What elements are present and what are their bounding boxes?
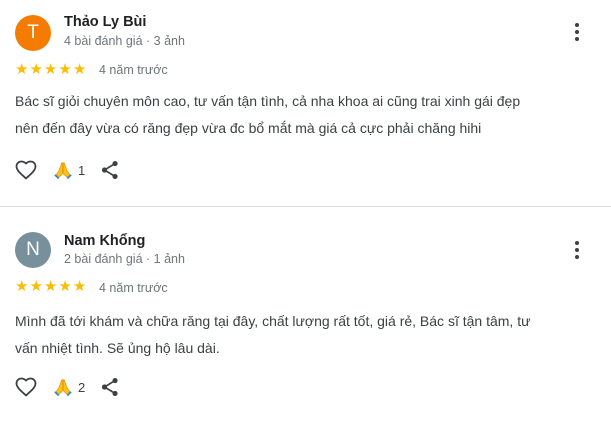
reaction-button[interactable]: 1 — [52, 159, 85, 181]
more-vert-icon[interactable] — [566, 239, 588, 261]
star-rating: ★ ★ ★ ★ ★ — [15, 62, 86, 77]
star-icon: ★ — [43, 61, 58, 78]
folded-hands-icon — [54, 162, 72, 180]
reaction-count: 1 — [78, 162, 86, 178]
avatar[interactable]: N — [15, 232, 51, 268]
reviewer-meta: 4 bài đánh giá · 3 ảnh — [64, 34, 185, 48]
star-icon: ★ — [72, 61, 87, 78]
review-text-line: Mình đã tới khám và chữa răng tại đây, c… — [15, 313, 531, 329]
reaction-button[interactable]: 2 — [52, 376, 85, 398]
star-icon: ★ — [15, 61, 29, 78]
star-icon: ★ — [43, 278, 58, 295]
reviewer-name[interactable]: Thảo Ly Bùi — [64, 14, 146, 30]
star-rating: ★ ★ ★ ★ ★ — [15, 279, 86, 294]
review-text-line: Bác sĩ giỏi chuyên môn cao, tư vấn tận t… — [15, 93, 521, 109]
star-icon: ★ — [58, 278, 72, 295]
star-icon: ★ — [29, 61, 43, 78]
review-text: Mình đã tới khám và chữa răng tại đây, c… — [15, 308, 590, 362]
review-card: T Thảo Ly Bùi 4 bài đánh giá · 3 ảnh ★ ★… — [0, 0, 611, 206]
review-date: 4 năm trước — [99, 281, 168, 295]
review-date: 4 năm trước — [99, 63, 168, 77]
review-actions: 1 — [14, 158, 121, 182]
folded-hands-icon — [54, 379, 72, 397]
star-icon: ★ — [72, 278, 87, 295]
star-icon: ★ — [29, 278, 43, 295]
heart-outline-icon[interactable] — [14, 158, 38, 182]
review-card: N Nam Khổng 2 bài đánh giá · 1 ảnh ★ ★ ★… — [0, 208, 611, 423]
heart-outline-icon[interactable] — [14, 375, 38, 399]
star-icon: ★ — [58, 61, 72, 78]
reviewer-name[interactable]: Nam Khổng — [64, 233, 145, 249]
avatar[interactable]: T — [15, 15, 51, 51]
review-text-line: nên đến đây vừa có răng đẹp vừa đc bổ mắ… — [15, 120, 482, 136]
star-icon: ★ — [15, 278, 29, 295]
reviewer-meta: 2 bài đánh giá · 1 ảnh — [64, 252, 185, 266]
more-vert-icon[interactable] — [566, 21, 588, 43]
review-text: Bác sĩ giỏi chuyên môn cao, tư vấn tận t… — [15, 88, 590, 142]
reaction-count: 2 — [78, 379, 86, 395]
divider — [0, 206, 611, 207]
share-icon[interactable] — [99, 376, 121, 398]
review-actions: 2 — [14, 375, 121, 399]
share-icon[interactable] — [99, 159, 121, 181]
review-text-line: vấn nhiệt tình. Sẽ ủng hộ lâu dài. — [15, 340, 220, 356]
